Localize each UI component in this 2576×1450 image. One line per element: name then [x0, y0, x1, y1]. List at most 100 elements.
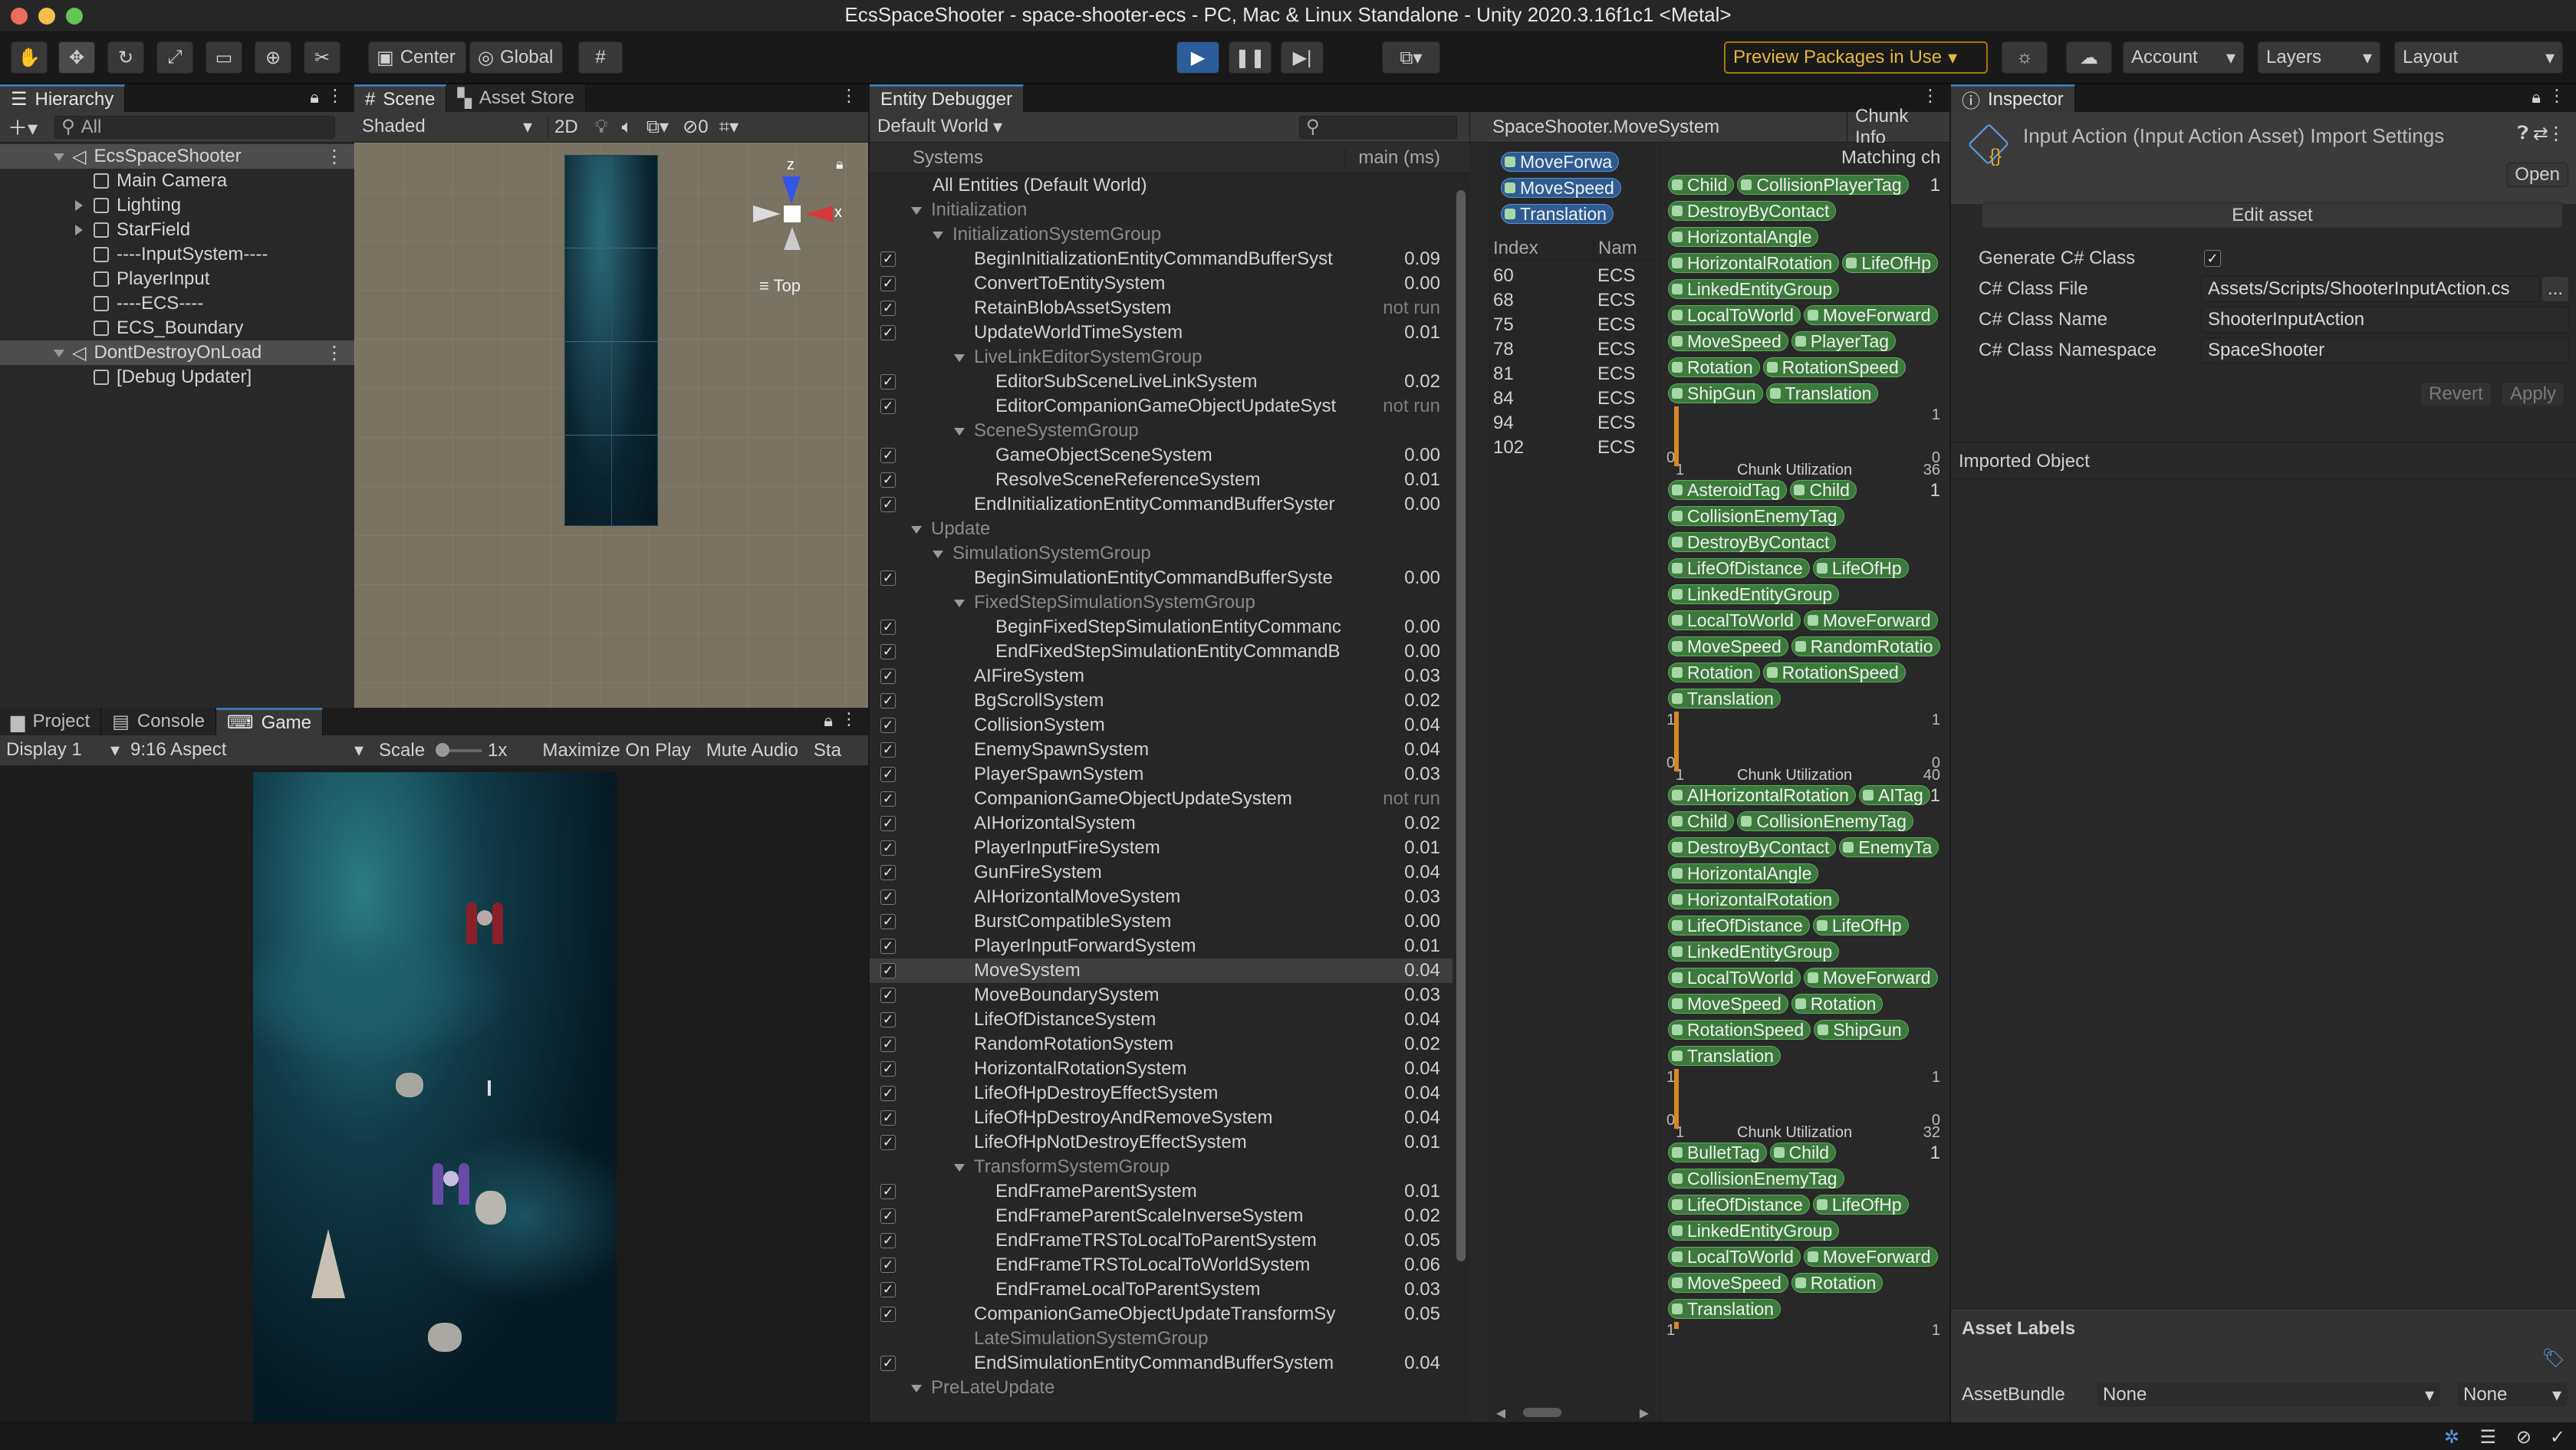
pivot-global-button[interactable]: ◎ Global	[469, 41, 563, 74]
component-chip[interactable]: MoveSpeed	[1668, 636, 1788, 656]
component-chip[interactable]: Rotation	[1791, 994, 1883, 1014]
component-chip[interactable]: ShipGun	[1814, 1020, 1909, 1040]
component-chip[interactable]: Translation	[1668, 689, 1781, 709]
rect-tool-button[interactable]: ▭	[206, 41, 242, 74]
system-enabled-checkbox[interactable]: ✓	[880, 276, 896, 291]
generate-class-checkbox[interactable]: ✓	[2204, 250, 2221, 267]
component-chip[interactable]: RotationSpeed	[1762, 663, 1906, 682]
system-row[interactable]: ✓ AIHorizontalMoveSystem 0.03	[870, 885, 1469, 909]
system-group-row[interactable]: PreLateUpdate	[870, 1376, 1469, 1400]
entity-row[interactable]: 68 ECS	[1490, 288, 1655, 313]
system-enabled-checkbox[interactable]: ✓	[880, 374, 896, 390]
system-row[interactable]: ✓ GameObjectSceneSystem 0.00	[870, 443, 1469, 468]
system-row[interactable]: All Entities (Default World)	[870, 173, 1469, 198]
system-enabled-checkbox[interactable]: ✓	[880, 1258, 896, 1273]
system-row[interactable]: ✓ CollisionSystem 0.04	[870, 713, 1469, 738]
system-enabled-checkbox[interactable]: ✓	[880, 1061, 896, 1077]
component-chip[interactable]: HorizontalAngle	[1668, 227, 1819, 247]
kebab-menu-icon[interactable]: ⋮	[841, 709, 857, 729]
entity-hscrollbar[interactable]: ◂ ▸	[1490, 1402, 1655, 1422]
component-chip[interactable]: LifeOfDistance	[1668, 1195, 1810, 1215]
world-dropdown[interactable]: Default World ▾	[877, 116, 1002, 138]
system-row[interactable]: ✓ EditorSubSceneLiveLinkSystem 0.02	[870, 370, 1469, 394]
system-row[interactable]: ✓ EndFrameParentScaleInverseSystem 0.02	[870, 1204, 1469, 1228]
hierarchy-item[interactable]: ----InputSystem----	[0, 242, 354, 267]
class-file-browse-button[interactable]: ...	[2541, 276, 2569, 302]
system-row[interactable]: ✓ LifeOfHpDestroyAndRemoveSystem 0.04	[870, 1106, 1469, 1130]
system-enabled-checkbox[interactable]: ✓	[880, 669, 896, 684]
kebab-menu-icon[interactable]: ⋮	[1922, 86, 1939, 106]
hand-tool-button[interactable]: ✋	[11, 41, 48, 74]
entity-row[interactable]: 102 ECS	[1490, 436, 1655, 460]
component-chip[interactable]: HorizontalRotation	[1668, 889, 1840, 909]
chunk-archetype[interactable]: 1 AsteroidTag Child CollisionEnemyTag Destro…	[1660, 477, 1949, 784]
kebab-menu-icon[interactable]: ⋮	[325, 146, 344, 168]
system-group-row[interactable]: LateSimulationSystemGroup	[870, 1327, 1469, 1351]
system-group-row[interactable]: InitializationSystemGroup	[870, 222, 1469, 247]
hierarchy-item[interactable]: ----ECS----	[0, 291, 354, 316]
scene-canvas[interactable]: z x 🔒︎ ≡ Top	[354, 143, 868, 708]
cloud-button[interactable]: ☁	[2066, 41, 2112, 74]
system-enabled-checkbox[interactable]: ✓	[880, 791, 896, 807]
revert-button[interactable]: Revert	[2420, 382, 2492, 406]
system-row[interactable]: ✓ EditorCompanionGameObjectUpdateSyst not …	[870, 394, 1469, 419]
gizmos-icon[interactable]: ⌗▾	[719, 116, 739, 138]
system-enabled-checkbox[interactable]: ✓	[880, 988, 896, 1003]
component-chip[interactable]: LifeOfDistance	[1668, 558, 1810, 578]
system-group-row[interactable]: Update	[870, 517, 1469, 541]
system-enabled-checkbox[interactable]: ✓	[880, 718, 896, 733]
system-enabled-checkbox[interactable]: ✓	[880, 742, 896, 758]
system-row[interactable]: ✓ LifeOfHpDestroyEffectSystem 0.04	[870, 1081, 1469, 1106]
expand-arrow-icon[interactable]	[54, 153, 64, 161]
layers-dropdown[interactable]: Layers ▾	[2258, 41, 2380, 74]
system-enabled-checkbox[interactable]: ✓	[880, 325, 896, 340]
orientation-gizmo[interactable]: z x	[745, 156, 842, 264]
component-chip[interactable]: LifeOfDistance	[1668, 916, 1810, 935]
system-row[interactable]: ✓ RandomRotationSystem 0.02	[870, 1032, 1469, 1057]
system-enabled-checkbox[interactable]: ✓	[880, 644, 896, 659]
system-row[interactable]: ✓ BgScrollSystem 0.02	[870, 689, 1469, 713]
tab-project[interactable]: ▆ Project	[0, 708, 102, 735]
component-chip[interactable]: LifeOfHp	[1812, 1195, 1909, 1215]
component-chip[interactable]: CollisionEnemyTag	[1737, 811, 1914, 831]
hierarchy-item[interactable]: ECS_Boundary	[0, 316, 354, 340]
scene-lock-icon[interactable]: 🔒︎	[836, 156, 844, 173]
fold-arrow-icon[interactable]	[911, 207, 922, 215]
component-chip[interactable]: CollisionEnemyTag	[1668, 506, 1844, 526]
expand-arrow-icon[interactable]	[75, 225, 83, 235]
hierarchy-item[interactable]: Main Camera	[0, 169, 354, 193]
system-enabled-checkbox[interactable]: ✓	[880, 889, 896, 905]
system-row[interactable]: ✓ EndFixedStepSimulationEntityCommandB 0.0…	[870, 640, 1469, 664]
entity-row[interactable]: 94 ECS	[1490, 411, 1655, 436]
game-viewport[interactable]	[253, 772, 617, 1422]
component-chip[interactable]: LocalToWorld	[1668, 968, 1801, 988]
tab-scene[interactable]: # Scene	[354, 84, 447, 112]
system-row[interactable]: ✓ RetainBlobAssetSystem not run	[870, 296, 1469, 321]
pivot-center-button[interactable]: ▣ Center	[368, 41, 466, 74]
system-enabled-checkbox[interactable]: ✓	[880, 472, 896, 488]
effects-toggle-icon[interactable]: ⧉▾	[646, 116, 669, 138]
fold-arrow-icon[interactable]	[954, 354, 965, 362]
display-dropdown[interactable]: Display 1 ▾	[6, 739, 120, 761]
component-chip[interactable]: Child	[1769, 1143, 1837, 1162]
services-button[interactable]: ☼	[2002, 41, 2048, 74]
system-row[interactable]: ✓ BeginSimulationEntityCommandBufferSyste…	[870, 566, 1469, 590]
hidden-objects-icon[interactable]: ⊘	[683, 116, 698, 138]
class-name-field[interactable]: ShooterInputAction	[2201, 307, 2569, 333]
system-enabled-checkbox[interactable]: ✓	[880, 301, 896, 316]
tab-console[interactable]: ▤ Console	[101, 708, 216, 735]
grid-snap-button[interactable]: #	[578, 41, 623, 74]
system-enabled-checkbox[interactable]: ✓	[880, 1208, 896, 1224]
fold-arrow-icon[interactable]	[954, 600, 965, 607]
kebab-menu-icon[interactable]: ⋮	[2547, 123, 2565, 145]
fold-arrow-icon[interactable]	[954, 1164, 965, 1172]
system-row[interactable]: ✓ EndSimulationEntityCommandBufferSystem 0…	[870, 1351, 1469, 1376]
component-chip[interactable]: AIHorizontalRotation	[1668, 785, 1856, 805]
component-chip[interactable]: EnemyTa	[1839, 837, 1939, 857]
move-tool-button[interactable]: ✥	[58, 41, 95, 74]
component-chip[interactable]: Translation	[1668, 1046, 1781, 1066]
apply-button[interactable]: Apply	[2502, 382, 2565, 406]
system-enabled-checkbox[interactable]: ✓	[880, 693, 896, 709]
component-chip[interactable]: PlayerTag	[1791, 331, 1897, 351]
tab-asset-store[interactable]: ▚ Asset Store	[446, 84, 586, 112]
